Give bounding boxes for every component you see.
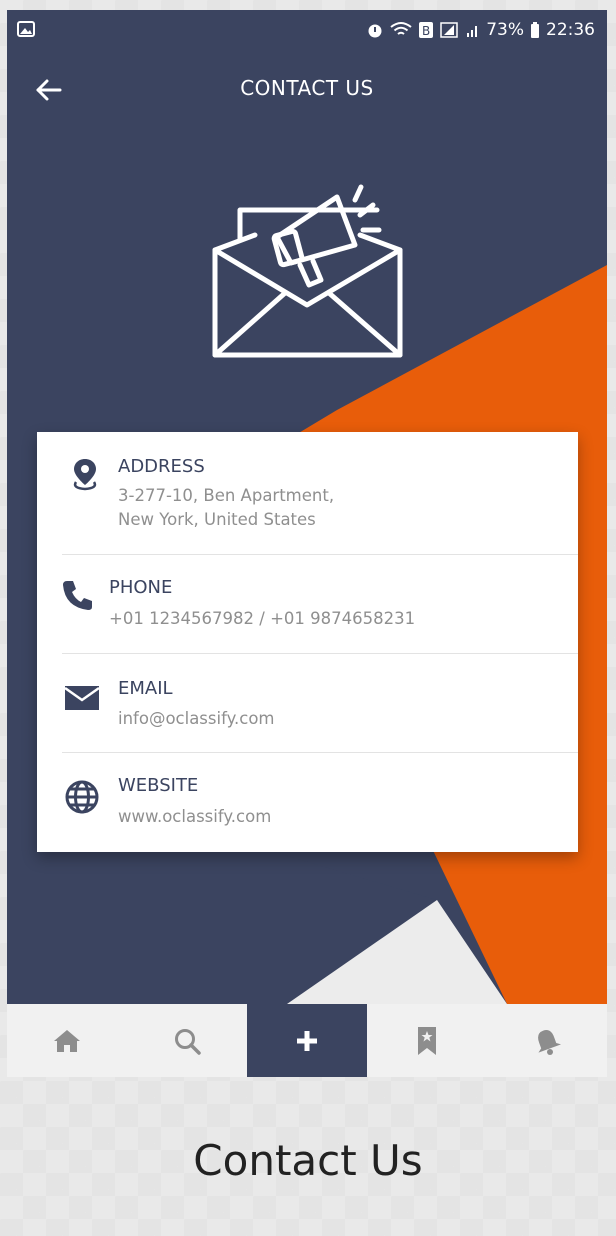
page-title: CONTACT US (240, 76, 374, 100)
bottom-nav (7, 1004, 607, 1077)
contact-row-email[interactable]: EMAIL info@oclassify.com (62, 654, 578, 753)
status-bar: B 73% 22:36 (7, 10, 607, 52)
globe-icon (65, 780, 99, 814)
svg-text:B: B (422, 24, 430, 38)
bell-icon (538, 1029, 561, 1055)
contact-row-website[interactable]: WEBSITE www.oclassify.com (62, 753, 578, 852)
signal-icon (440, 22, 458, 38)
alarm-icon (368, 24, 382, 38)
envelope-megaphone-icon (212, 184, 403, 358)
nav-add[interactable] (247, 1004, 367, 1077)
screen-caption: Contact Us (193, 1136, 423, 1185)
nav-home[interactable] (7, 1004, 127, 1077)
phone-screen: B 73% 22:36 CONTACT US ADDRESS 3-277-10,… (7, 10, 607, 1077)
plus-icon (297, 1030, 317, 1051)
app-bar: CONTACT US (7, 68, 607, 112)
signal-bars-icon (467, 26, 478, 37)
contact-row-address: ADDRESS 3-277-10, Ben Apartment, New Yor… (62, 432, 578, 555)
nav-bookmarks[interactable] (367, 1004, 487, 1077)
phone-value: +01 1234567982 / +01 9874658231 (109, 609, 416, 628)
website-label: WEBSITE (118, 775, 199, 796)
mail-icon (64, 686, 100, 710)
data-icon: B (419, 22, 434, 38)
contact-row-phone[interactable]: PHONE +01 1234567982 / +01 9874658231 (62, 555, 578, 654)
website-value: www.oclassify.com (118, 807, 272, 826)
address-label: ADDRESS (118, 456, 205, 477)
search-icon (175, 1028, 201, 1055)
wifi-icon (390, 22, 412, 35)
image-notification-icon (17, 21, 35, 37)
status-icons: B 73% 22:36 (366, 20, 595, 40)
phone-icon (63, 581, 92, 610)
clock: 22:36 (546, 20, 595, 40)
home-icon (54, 1029, 80, 1052)
nav-notifications[interactable] (487, 1004, 607, 1077)
battery-icon (531, 22, 539, 38)
contact-card: ADDRESS 3-277-10, Ben Apartment, New Yor… (37, 432, 578, 852)
email-value: info@oclassify.com (118, 709, 275, 728)
phone-label: PHONE (109, 577, 173, 598)
email-label: EMAIL (118, 678, 173, 699)
bookmark-icon (418, 1026, 436, 1055)
location-pin-icon (73, 459, 97, 491)
nav-search[interactable] (127, 1004, 247, 1077)
battery-percent: 73% (486, 20, 524, 40)
address-value: 3-277-10, Ben Apartment, New York, Unite… (118, 486, 335, 529)
